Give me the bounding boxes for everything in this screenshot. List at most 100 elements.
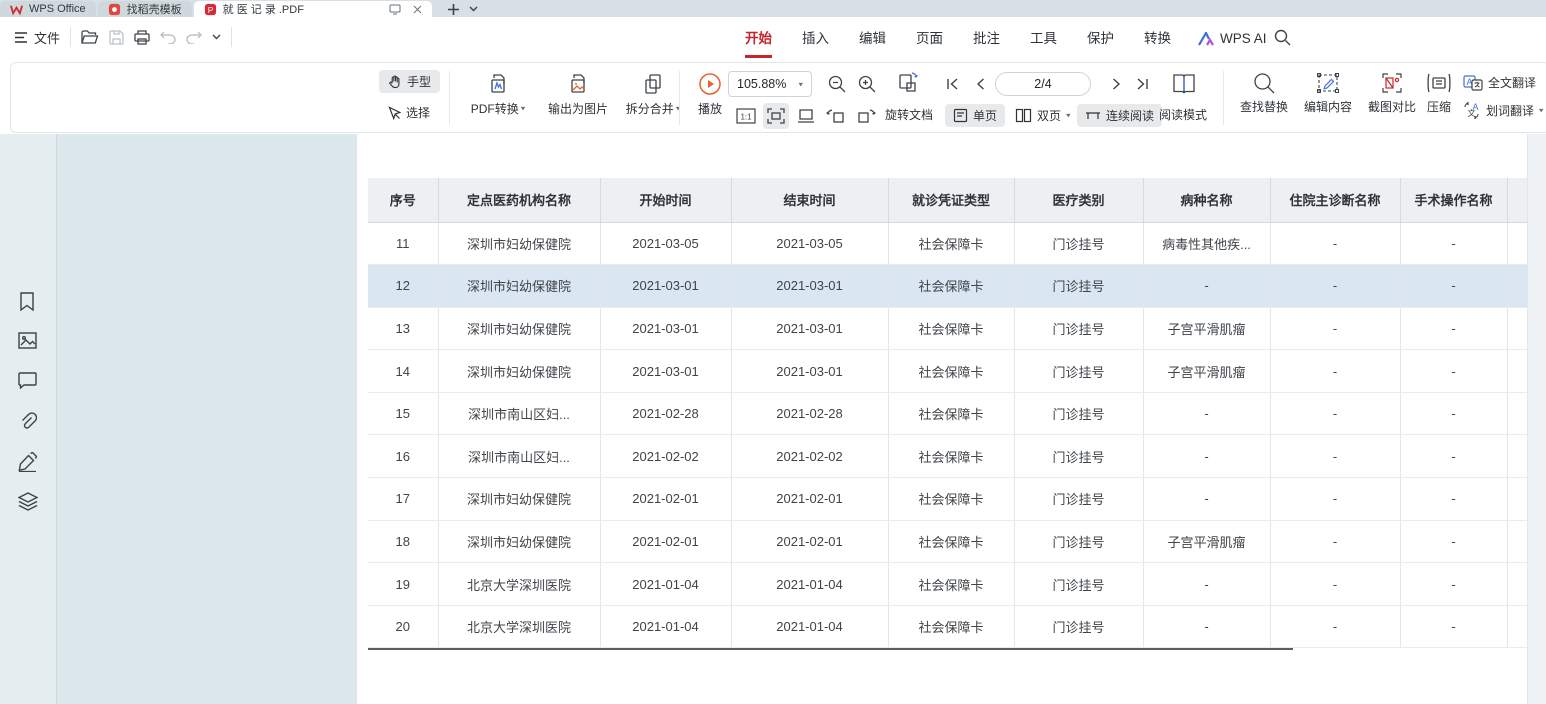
edit-content-button[interactable]: 编辑内容 [1297,72,1359,115]
wps-ai-button[interactable]: WPS AI [1198,24,1267,54]
export-image-button[interactable]: 输出为图片 [539,72,617,117]
page-number-input[interactable]: 2/4 [995,72,1091,96]
table-cell: 深圳市妇幼保健院 [438,520,600,563]
compress-button[interactable]: 压缩 [1417,72,1461,115]
tab-wps-office[interactable]: WPS Office [0,1,96,17]
layers-icon[interactable] [18,492,38,511]
read-mode-icon[interactable] [1169,69,1199,99]
ribbon-tab-protect[interactable]: 保护 [1072,24,1129,54]
first-page-icon[interactable] [939,71,965,97]
fit-width-icon[interactable] [763,103,789,129]
tab-list-chevron-icon[interactable] [464,1,484,17]
table-row[interactable]: 18深圳市妇幼保健院2021-02-012021-02-01社会保障卡门诊挂号子… [368,520,1527,563]
hand-tool-button[interactable]: 手型 [379,70,440,93]
column-header: 开始时间 [600,178,731,222]
table-cell: 门诊挂号 [1014,222,1143,265]
table-row[interactable]: 19北京大学深圳医院2021-01-042021-01-04社会保障卡门诊挂号-… [368,563,1527,606]
table-cell: - [1143,435,1270,478]
table-row[interactable]: 16深圳市南山区妇...2021-02-022021-02-02社会保障卡门诊挂… [368,435,1527,478]
navigation-panel[interactable] [56,134,357,704]
table-cell: 2021-03-05 [731,222,888,265]
ribbon-tab-tools[interactable]: 工具 [1015,24,1072,54]
tab-docer-templates[interactable]: 找稻壳模板 [98,1,192,17]
undo-icon[interactable] [160,31,176,44]
table-cell: 深圳市南山区妇... [438,392,600,435]
vertical-scrollbar[interactable] [1527,134,1546,704]
tab-document-pdf[interactable]: P 就 医 记 录 .PDF [194,1,432,17]
full-translate-button[interactable]: A 全文翻译 [1463,74,1536,91]
quick-access-chevron-icon[interactable] [212,34,221,40]
new-tab-button[interactable] [444,1,464,17]
read-mode-button[interactable]: 阅读模式 [1159,106,1207,123]
ribbon-tab-edit[interactable]: 编辑 [844,24,901,54]
table-cell: 2021-01-04 [600,605,731,648]
column-header: 序号 [368,178,438,222]
previous-page-icon[interactable] [967,71,993,97]
pdf-page[interactable]: 序号定点医药机构名称开始时间结束时间就诊凭证类型医疗类别病种名称住院主诊断名称手… [357,134,1527,704]
table-cell: 社会保障卡 [888,520,1014,563]
play-button[interactable]: 播放 [689,72,731,117]
zoom-out-icon[interactable] [824,71,850,97]
table-row[interactable]: 20北京大学深圳医院2021-01-042021-01-04社会保障卡门诊挂号-… [368,605,1527,648]
thumbnail-image-icon[interactable] [18,332,37,349]
ribbon-tab-home[interactable]: 开始 [730,24,787,54]
table-cell: 2021-02-01 [731,520,888,563]
last-page-icon[interactable] [1129,71,1155,97]
rotate-left-icon[interactable] [823,103,849,129]
table-cell: 2021-03-01 [600,265,731,308]
table-row[interactable]: 15深圳市南山区妇...2021-02-282021-02-28社会保障卡门诊挂… [368,392,1527,435]
zoom-level-select[interactable]: 105.88% ▾ [728,71,812,97]
actual-size-icon[interactable]: 1:1 [733,103,759,129]
fit-page-icon[interactable] [793,103,819,129]
column-header: 定点医药机构名称 [438,178,600,222]
table-cell: 18 [368,520,438,563]
table-row[interactable]: 17深圳市妇幼保健院2021-02-012021-02-01社会保障卡门诊挂号-… [368,478,1527,521]
ribbon-tab-insert[interactable]: 插入 [787,24,844,54]
column-header: 病种名称 [1143,178,1270,222]
signature-icon[interactable] [18,452,37,472]
file-menu-button[interactable]: 文件 [14,28,60,47]
select-tool-button[interactable]: 选择 [379,101,439,124]
print-icon[interactable] [134,30,150,45]
open-file-icon[interactable] [81,30,99,45]
ribbon-tab-convert[interactable]: 转换 [1129,24,1186,54]
ribbon-tab-page[interactable]: 页面 [901,24,958,54]
divider [231,27,232,47]
rotate-document-icon[interactable] [895,70,921,96]
table-row[interactable]: 12深圳市妇幼保健院2021-03-012021-03-01社会保障卡门诊挂号-… [368,265,1527,308]
ribbon-search-icon[interactable] [1274,29,1291,46]
divider [70,27,71,47]
bookmark-icon[interactable] [18,292,36,312]
ribbon-tab-comment[interactable]: 批注 [958,24,1015,54]
single-page-button[interactable]: 单页 [945,104,1005,127]
zoom-in-icon[interactable] [854,71,880,97]
double-page-button[interactable]: 双页 ▾ [1009,104,1077,127]
column-header: 手术操作名称 [1400,178,1507,222]
pdf-convert-button[interactable]: PDF转换▾ [459,72,537,117]
rotate-document-label: 旋转文档 [885,106,933,123]
attachment-icon[interactable] [18,412,37,431]
table-row[interactable]: 11深圳市妇幼保健院2021-03-052021-03-05社会保障卡门诊挂号病… [368,222,1527,265]
table-row[interactable]: 13深圳市妇幼保健院2021-03-012021-03-01社会保障卡门诊挂号子… [368,307,1527,350]
table-cell: - [1400,478,1507,521]
close-tab-icon[interactable] [413,5,422,14]
find-replace-button[interactable]: 查找替换 [1233,72,1295,115]
next-page-icon[interactable] [1103,71,1129,97]
table-row[interactable]: 14深圳市妇幼保健院2021-03-012021-03-01社会保障卡门诊挂号子… [368,350,1527,393]
redo-icon[interactable] [186,31,202,44]
screenshot-compare-button[interactable]: 截图对比 [1361,72,1423,115]
comment-icon[interactable] [18,372,37,389]
rotate-right-icon[interactable] [853,103,879,129]
rotate-document-button[interactable]: 旋转文档 [885,106,933,123]
continuous-read-button[interactable]: 连续阅读 [1077,104,1162,127]
column-header: 医疗类别 [1014,178,1143,222]
table-cell: - [1270,605,1400,648]
save-icon[interactable] [109,30,124,45]
table-cell [1507,392,1527,435]
word-translate-button[interactable]: 文A 划词翻译 ▾ [1463,102,1544,119]
docer-icon [108,3,121,16]
table-cell: - [1143,478,1270,521]
present-icon[interactable] [389,4,401,15]
table-cell: - [1143,392,1270,435]
full-translate-icon: A [1463,75,1483,91]
